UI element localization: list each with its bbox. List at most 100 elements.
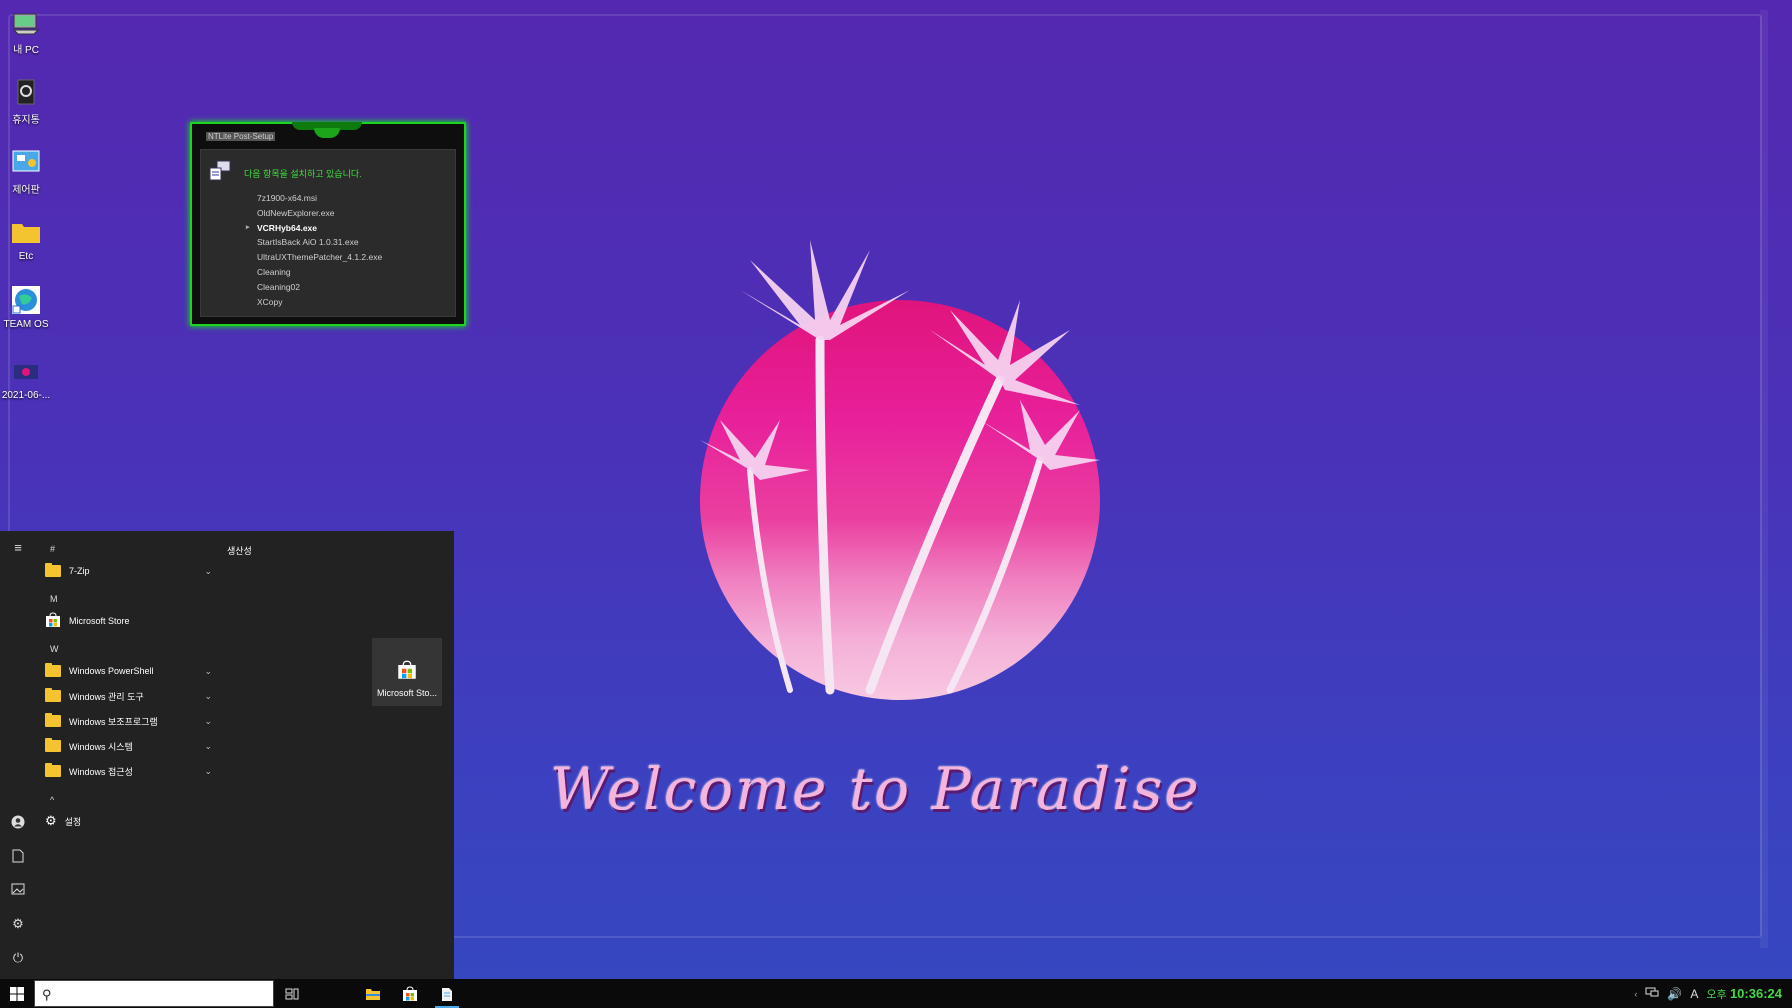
documents-icon[interactable]	[10, 849, 26, 865]
installing-header: 다음 항목을 설치하고 있습니다.	[244, 169, 362, 179]
power-icon[interactable]: ⏻	[10, 950, 26, 966]
install-item: Cleaning02	[257, 281, 301, 292]
tile-label: Microsoft Sto...	[376, 688, 438, 698]
user-account-icon[interactable]	[10, 815, 26, 831]
app-item-system[interactable]: Windows 시스템 ⌄	[40, 735, 212, 757]
app-item-admin-tools[interactable]: Windows 관리 도구 ⌄	[40, 685, 212, 707]
wallpaper-welcome-text: Welcome to Paradise	[550, 755, 1201, 823]
ime-indicator[interactable]: A	[1690, 987, 1698, 1001]
letter-header-m[interactable]: M	[50, 594, 58, 604]
folder-icon	[10, 216, 42, 248]
system-tray: ‹ 🔊 A 오후 10:36:24	[1634, 979, 1782, 1008]
desktop-icon-label: 휴지통	[12, 115, 40, 126]
control-panel-icon	[10, 146, 42, 178]
recycle-bin-icon	[10, 76, 42, 108]
taskbar-file-explorer[interactable]	[361, 983, 385, 1005]
install-item: 7z1900-x64.msi	[257, 193, 318, 203]
app-item-label: Windows 시스템	[69, 741, 133, 752]
show-hidden-icons-chevron[interactable]: ‹	[1634, 989, 1637, 999]
computer-icon	[10, 6, 42, 38]
file-explorer-icon	[366, 989, 380, 1000]
ntlite-post-setup-window[interactable]: NTLite Post-Setup 다음 항목을 설치하고 있습니다. 7z19…	[190, 122, 466, 326]
search-icon: ⚲	[42, 987, 52, 1002]
start-button[interactable]	[0, 979, 34, 1008]
window-decoration	[314, 128, 340, 138]
app-item-accessibility[interactable]: Windows 접근성 ⌄	[40, 760, 212, 782]
search-input[interactable]	[59, 985, 263, 1005]
install-item: UltraUXThemePatcher_4.1.2.exe	[257, 252, 383, 263]
clock-ampm: 오후	[1706, 988, 1727, 1001]
app-item-7zip[interactable]: 7-Zip ⌄	[40, 560, 212, 582]
app-item-label: 7-Zip	[69, 566, 90, 576]
letter-header-w[interactable]: W	[50, 644, 59, 654]
chevron-down-icon: ⌄	[204, 740, 212, 751]
chevron-down-icon: ⌄	[204, 715, 212, 726]
desktop-icon-image-file[interactable]: 2021-06-...	[0, 355, 52, 401]
hamburger-menu-icon[interactable]: ≡	[10, 540, 26, 556]
taskbar-microsoft-store[interactable]	[398, 983, 422, 1005]
desktop-icon-recycle-bin[interactable]: 휴지통	[0, 76, 52, 126]
window-title: NTLite Post-Setup	[206, 132, 276, 141]
app-item-settings[interactable]: ⚙ 설정	[40, 810, 212, 832]
folder-icon	[45, 688, 61, 702]
desktop-icon-team-os[interactable]: TEAM OS	[0, 284, 52, 330]
desktop-icon-etc[interactable]: Etc	[0, 216, 52, 262]
pictures-icon[interactable]	[10, 883, 26, 899]
chevron-down-icon: ⌄	[204, 765, 212, 776]
start-rail: ≡ ⚙ ⏻	[0, 531, 36, 979]
globe-shortcut-icon	[10, 284, 42, 316]
store-icon	[372, 660, 442, 682]
desktop-icon-label: 2021-06-...	[1, 390, 51, 401]
chevron-down-icon: ⌄	[204, 665, 212, 676]
app-item-label: Windows 접근성	[69, 766, 133, 777]
desktop-icon-label: TEAM OS	[3, 319, 49, 330]
store-icon	[45, 612, 61, 630]
app-item-label: Windows 보조프로그램	[69, 716, 158, 727]
letter-header-hash[interactable]: #	[50, 544, 55, 554]
network-icon[interactable]	[1645, 986, 1659, 1001]
install-item-current: VCRHyb64.exe	[246, 221, 382, 236]
folder-icon	[45, 713, 61, 727]
app-item-microsoft-store[interactable]: Microsoft Store	[40, 610, 212, 632]
folder-icon	[45, 663, 61, 677]
tile-microsoft-store[interactable]: Microsoft Sto...	[372, 638, 442, 706]
install-item: OldNewExplorer.exe	[257, 207, 335, 218]
install-item: StartIsBack AiO 1.0.31.exe	[257, 237, 359, 248]
store-icon	[403, 986, 417, 1001]
setup-icon	[207, 158, 233, 184]
app-item-accessories[interactable]: Windows 보조프로그램 ⌄	[40, 710, 212, 732]
folder-icon	[45, 763, 61, 777]
clock[interactable]: 오후 10:36:24	[1706, 986, 1782, 1002]
desktop-icon-label: Etc	[18, 251, 34, 262]
wallpaper-edge	[1760, 10, 1768, 948]
image-file-icon	[10, 355, 42, 387]
app-item-label: 설정	[64, 816, 82, 827]
desktop-icon-my-pc[interactable]: 내 PC	[0, 6, 52, 56]
taskbar-ntlite-app[interactable]	[435, 982, 459, 1008]
taskbar-search-box[interactable]: ⚲	[34, 980, 274, 1007]
app-item-powershell[interactable]: Windows PowerShell ⌄	[40, 660, 212, 682]
desktop-icon-control-panel[interactable]: 제어판	[0, 146, 52, 196]
folder-icon	[45, 563, 61, 577]
document-app-icon	[442, 987, 452, 1001]
wallpaper-palm-sun	[680, 230, 1100, 710]
install-list: 7z1900-x64.msi OldNewExplorer.exe VCRHyb…	[246, 191, 383, 309]
window-body: 다음 항목을 설치하고 있습니다. 7z1900-x64.msi OldNewE…	[200, 149, 456, 317]
clock-time: 10:36:24	[1729, 985, 1782, 1001]
task-view-button[interactable]	[280, 983, 304, 1005]
settings-gear-icon[interactable]: ⚙	[10, 916, 26, 932]
palm-trees-graphic	[700, 240, 1100, 695]
start-menu: ≡ ⚙ ⏻ # 7-Zip ⌄ M Microsoft Store W Wind…	[0, 531, 454, 979]
desktop-icon-label: 제어판	[12, 185, 40, 196]
task-view-icon	[285, 988, 299, 1000]
letter-header-up[interactable]: ^	[50, 795, 54, 805]
tile-group-header[interactable]: 생산성	[227, 544, 252, 557]
app-item-label: Microsoft Store	[69, 616, 130, 626]
volume-icon[interactable]: 🔊	[1667, 987, 1682, 1001]
install-item: XCopy	[257, 296, 283, 307]
app-item-label: Windows 관리 도구	[69, 691, 144, 702]
folder-icon	[45, 738, 61, 752]
gear-icon: ⚙	[45, 813, 57, 828]
chevron-down-icon: ⌄	[204, 565, 212, 576]
app-item-label: Windows PowerShell	[69, 666, 154, 676]
